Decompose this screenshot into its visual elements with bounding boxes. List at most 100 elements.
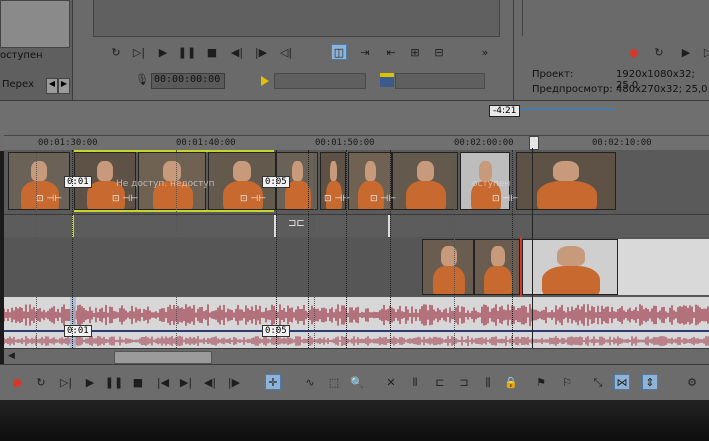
- timecode-field[interactable]: 00:00:00:00: [151, 73, 225, 89]
- media-list: [0, 0, 70, 48]
- go-start-icon[interactable]: |◀: [155, 374, 171, 390]
- preview-screen: [93, 0, 500, 37]
- envelope-tool-icon[interactable]: ∿: [302, 374, 318, 390]
- project-info-panel: ●↻▶▷| Проект: 1920x1080x32; 25,0 Предпро…: [514, 0, 709, 100]
- grid-line: [314, 150, 315, 348]
- clip-fx-icon[interactable]: ⊡ ⊣⊢: [36, 194, 62, 204]
- tab-transitions[interactable]: Перех: [2, 79, 34, 90]
- transport-toolbar: ● ↻ ▷| ▶ ❚❚ ■ |◀ ▶| ◀| |▶ ✛ ∿ ⬚ 🔍 ✕ ⫴ ⊏ ⊐ ⫼ 🔒 ⚑ ⚐ ⤡ ⋈ ⇕ ⚙: [0, 364, 709, 401]
- timeline-scrollbar[interactable]: ◀: [4, 348, 709, 365]
- stop-icon[interactable]: ■: [204, 44, 220, 60]
- normal-edit-tool-icon[interactable]: ✛: [265, 374, 281, 390]
- clip-boundary: [346, 150, 347, 348]
- video-track-1[interactable]: ⊡ ⊣⊢ ⊡ ⊣⊢ ⊡ ⊣⊢ ⊡ ⊣⊢ ⊡ ⊣⊢ ⊡ ⊣⊢ 0:01 0:05 Не до…: [4, 150, 709, 214]
- empty-track-area[interactable]: [618, 239, 709, 295]
- trim-end-icon[interactable]: ⊐: [456, 374, 472, 390]
- split-screen-icon[interactable]: ◫: [331, 44, 347, 60]
- more-icon[interactable]: »: [477, 44, 493, 60]
- marker-icon[interactable]: ⚑: [533, 374, 549, 390]
- play-icon[interactable]: ▶: [678, 44, 694, 60]
- playhead-time-label: -4:21: [489, 105, 521, 117]
- red-cut-line: [520, 237, 522, 297]
- microphone-icon: 🎙: [135, 73, 149, 86]
- snapshot-icon[interactable]: ⇤: [383, 44, 399, 60]
- preview-value: 480x270x32; 25,0: [616, 84, 708, 95]
- clip-boundary: [512, 150, 513, 348]
- prev-frame-icon[interactable]: ◀|: [202, 374, 218, 390]
- ruler-label: 00:02:00:00: [454, 138, 514, 148]
- audio-track-1[interactable]: 0:01 0:05: [4, 297, 709, 348]
- play-from-start-icon[interactable]: ▷|: [58, 374, 74, 390]
- zoom-tool-icon[interactable]: 🔍: [349, 374, 365, 390]
- grid-line: [454, 150, 455, 348]
- next-frame-icon[interactable]: |▶: [253, 44, 269, 60]
- scroll-left-icon[interactable]: ◀: [8, 351, 15, 361]
- lock-icon[interactable]: 🔒: [503, 374, 519, 390]
- snapping-icon[interactable]: ⤡: [590, 374, 606, 390]
- selected-clip-border: [74, 150, 274, 212]
- timeline-header: -4:21 00:01:30:00 00:01:40:00 00:01:50:0…: [0, 100, 709, 152]
- pause-icon[interactable]: ❚❚: [105, 374, 123, 390]
- video-track-1-envelope[interactable]: ⊐⊏: [4, 214, 709, 238]
- pause-icon[interactable]: ❚❚: [178, 44, 196, 60]
- loop-icon[interactable]: ↻: [651, 44, 667, 60]
- marker-in-icon[interactable]: [261, 76, 269, 86]
- video-clip-thumbnail[interactable]: [474, 239, 520, 295]
- copy-frame-icon[interactable]: ⊞: [407, 44, 423, 60]
- video-preview-panel: ↻ ▷| ▶ ❚❚ ■ ◀| |▶ ◁| ◫ ⇥ ⇤ ⊞ ⊟ » 🎙 00:00:00:00: [73, 0, 513, 100]
- overlay-icon[interactable]: ⇥: [357, 44, 373, 60]
- grid-icon[interactable]: ⊟: [431, 44, 447, 60]
- play-from-start-icon[interactable]: ▷|: [131, 44, 147, 60]
- record-icon[interactable]: ●: [9, 374, 25, 390]
- trim-start-icon[interactable]: ⊏: [432, 374, 448, 390]
- region-icon[interactable]: ⚐: [559, 374, 575, 390]
- out-point-field[interactable]: [395, 73, 485, 89]
- clip-fx-icon[interactable]: ⊡ ⊣⊢: [370, 194, 396, 204]
- record-icon[interactable]: ●: [626, 44, 642, 60]
- play-from-start-icon[interactable]: ▷|: [702, 44, 709, 60]
- playhead-line: [532, 148, 533, 348]
- tab-scroll-right-button[interactable]: ▶: [58, 78, 70, 94]
- delete-icon[interactable]: ✕: [383, 374, 399, 390]
- ruler-label: 00:01:50:00: [315, 138, 375, 148]
- video-track-2[interactable]: [4, 237, 709, 297]
- transition-icon[interactable]: ⊐⊏: [288, 218, 305, 229]
- grid-line: [176, 150, 177, 348]
- stop-icon[interactable]: ■: [130, 374, 146, 390]
- zoom-bar[interactable]: [520, 108, 615, 110]
- video-clip-thumbnail[interactable]: [392, 152, 458, 210]
- loop-icon[interactable]: ↻: [33, 374, 49, 390]
- clip-boundary: [308, 150, 309, 348]
- clip-fx-icon[interactable]: ⊡ ⊣⊢: [492, 194, 518, 204]
- settings-icon[interactable]: ⚙: [684, 374, 700, 390]
- auto-ripple-icon[interactable]: ⇕: [642, 374, 658, 390]
- loop-icon[interactable]: ↻: [108, 44, 124, 60]
- next-frame-icon[interactable]: |▶: [226, 374, 242, 390]
- preview-label: Предпросмотр:: [532, 84, 613, 95]
- region-icon[interactable]: [380, 73, 394, 87]
- trim-icon[interactable]: ⫴: [407, 374, 423, 390]
- auto-crossfade-icon[interactable]: ⋈: [614, 374, 630, 390]
- split-icon[interactable]: ⫼: [480, 374, 496, 390]
- clip-boundary: [390, 150, 391, 348]
- prev-marker-icon[interactable]: ◁|: [278, 44, 294, 60]
- project-label: Проект:: [532, 69, 574, 80]
- playhead-handle[interactable]: [529, 136, 539, 150]
- video-clip-thumbnail[interactable]: [522, 239, 618, 295]
- play-icon[interactable]: ▶: [82, 374, 98, 390]
- clip-title-overlay: оступен: [472, 179, 511, 189]
- go-end-icon[interactable]: ▶|: [178, 374, 194, 390]
- video-clip-thumbnail[interactable]: [422, 239, 474, 295]
- audio-waveform: [4, 304, 709, 346]
- prev-frame-icon[interactable]: ◀|: [229, 44, 245, 60]
- media-label: оступен: [0, 50, 43, 61]
- video-clip-thumbnail[interactable]: [516, 152, 616, 210]
- selection-tool-icon[interactable]: ⬚: [326, 374, 342, 390]
- in-point-field[interactable]: [274, 73, 366, 89]
- ruler-label: 00:02:10:00: [592, 138, 652, 148]
- scrollbar-thumb[interactable]: [114, 351, 212, 364]
- ruler-label: 00:01:40:00: [176, 138, 236, 148]
- tab-scroll-left-button[interactable]: ◀: [46, 78, 58, 94]
- play-icon[interactable]: ▶: [155, 44, 171, 60]
- clip-boundary: [72, 150, 73, 348]
